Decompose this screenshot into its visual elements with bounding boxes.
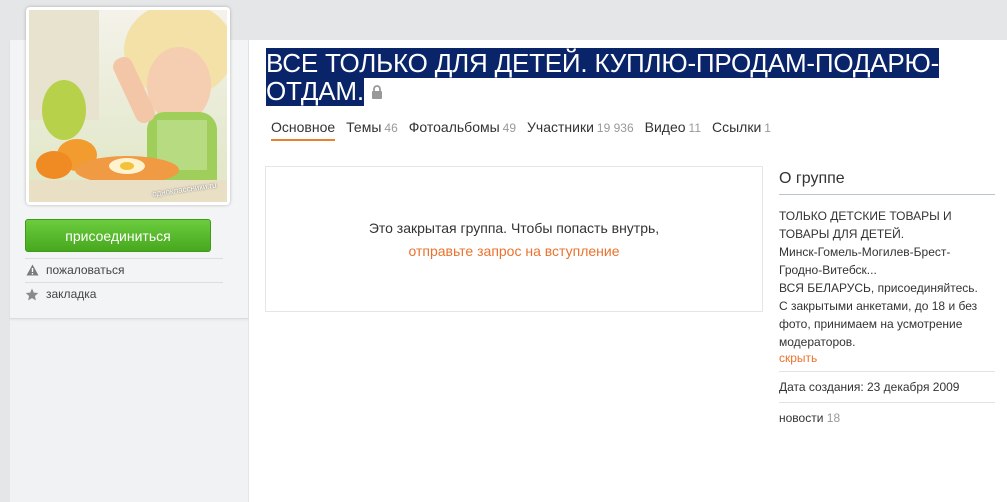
warning-icon (25, 263, 39, 277)
divider (25, 258, 223, 259)
lock-icon (371, 77, 383, 105)
tab-count: 1 (764, 121, 771, 135)
tab-count: 46 (384, 121, 398, 135)
group-title-line2: ОТДАМ. (266, 76, 364, 106)
report-label: пожаловаться (46, 263, 125, 277)
about-group: О группе ТОЛЬКО ДЕТСКИЕ ТОВАРЫ И ТОВАРЫ … (779, 170, 995, 425)
tab-photo-albums[interactable]: Фотоальбомы 49 (409, 119, 516, 135)
tab-label: Основное (271, 119, 336, 135)
group-main: ВСЕ ТОЛЬКО ДЛЯ ДЕТЕЙ. КУПЛЮ-ПРОДАМ-ПОДАР… (249, 40, 1007, 502)
tab-members[interactable]: Участники 19 936 (527, 119, 634, 135)
group-avatar-frame[interactable]: одноклассники.ru (26, 7, 230, 205)
closed-group-notice: Это закрытая группа. Чтобы попасть внутр… (265, 166, 763, 312)
closed-group-text: Это закрытая группа. Чтобы попасть внутр… (368, 220, 660, 236)
tab-label: Фотоальбомы (408, 119, 500, 135)
tab-count: 11 (688, 121, 701, 135)
tab-count: 19 936 (596, 121, 634, 135)
tab-video[interactable]: Видео 11 (645, 119, 701, 135)
tab-label: Ссылки (712, 119, 762, 135)
divider (25, 282, 223, 283)
group-side-panel: одноклассники.ru присоединиться пожалова… (10, 7, 248, 319)
creation-date: Дата создания: 23 декабря 2009 (779, 380, 960, 394)
tab-label: Видео (644, 119, 686, 135)
hide-description-link[interactable]: скрыть (779, 351, 995, 365)
tab-count: 49 (502, 121, 517, 135)
left-column: одноклассники.ru присоединиться пожалова… (10, 7, 248, 502)
news-link[interactable]: новости 18 (779, 402, 995, 425)
star-icon (25, 287, 39, 301)
group-tabs: Основное Темы 46 Фотоальбомы 49 Участники 1… (271, 119, 782, 141)
news-label: новости (779, 411, 824, 425)
send-join-request-link[interactable]: отправьте запрос на вступление (266, 243, 762, 259)
divider (779, 371, 995, 372)
join-group-button[interactable]: присоединиться (25, 219, 211, 252)
group-title: ВСЕ ТОЛЬКО ДЛЯ ДЕТЕЙ. КУПЛЮ-ПРОДАМ-ПОДАР… (266, 48, 956, 107)
group-title-line1: ВСЕ ТОЛЬКО ДЛЯ ДЕТЕЙ. КУПЛЮ-ПРОДАМ-ПОДАР… (266, 48, 940, 78)
about-title: О группе (779, 170, 995, 195)
tab-topics[interactable]: Темы 46 (346, 119, 398, 135)
report-link[interactable]: пожаловаться (25, 260, 124, 280)
tab-main[interactable]: Основное (271, 119, 336, 141)
tab-label: Участники (527, 119, 594, 135)
news-count: 18 (826, 411, 841, 425)
bookmark-link[interactable]: закладка (25, 284, 96, 304)
tab-label: Темы (346, 119, 382, 135)
tab-links[interactable]: Ссылки 1 (712, 119, 771, 135)
group-avatar[interactable]: одноклассники.ru (29, 10, 227, 202)
about-description: ТОЛЬКО ДЕТСКИЕ ТОВАРЫ И ТОВАРЫ ДЛЯ ДЕТЕЙ… (779, 209, 978, 349)
bookmark-label: закладка (46, 287, 97, 301)
